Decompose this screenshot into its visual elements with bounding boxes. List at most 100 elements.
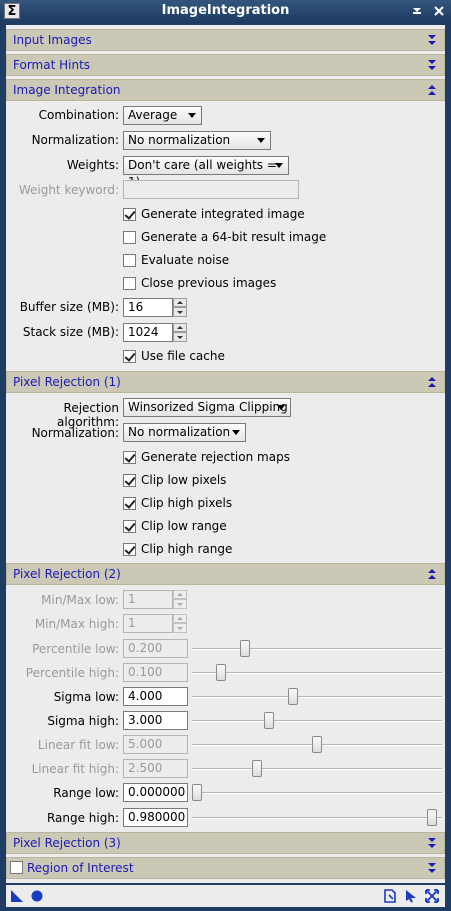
range-high-field[interactable]: 0.980000 bbox=[123, 808, 188, 827]
range-high-label: Range high: bbox=[46, 811, 119, 825]
section-label: Pixel Rejection (2) bbox=[13, 567, 121, 581]
minmax-low-stepper[interactable] bbox=[173, 590, 187, 609]
section-label: Pixel Rejection (3) bbox=[13, 836, 121, 850]
linear-fit-high-slider[interactable] bbox=[192, 759, 442, 778]
use-file-cache-label: Use file cache bbox=[141, 349, 225, 363]
close-previous-checkbox[interactable] bbox=[123, 277, 136, 290]
slider-thumb[interactable] bbox=[312, 736, 322, 753]
rejection-normalization-value: No normalization bbox=[128, 425, 231, 439]
reset-icon[interactable] bbox=[425, 889, 439, 903]
generate-maps-label: Generate rejection maps bbox=[141, 450, 290, 464]
minmax-high-field[interactable]: 1 bbox=[123, 614, 173, 633]
rejection-algorithm-select[interactable]: Winsorized Sigma Clipping bbox=[123, 398, 291, 417]
combination-value: Average bbox=[128, 108, 178, 122]
percentile-high-field[interactable]: 0.100 bbox=[123, 663, 188, 682]
minmax-high-label: Min/Max high: bbox=[34, 617, 119, 631]
rejection-algorithm-value: Winsorized Sigma Clipping bbox=[128, 400, 288, 414]
weight-keyword-field[interactable] bbox=[123, 180, 299, 199]
minmax-low-label: Min/Max low: bbox=[41, 593, 119, 607]
rejection-normalization-select[interactable]: No normalization bbox=[123, 423, 246, 442]
image-integration-window: Σ ImageIntegration Input Images Format H… bbox=[0, 0, 451, 911]
browse-documentation-icon[interactable] bbox=[383, 889, 397, 903]
buffer-size-field[interactable]: 16 bbox=[123, 298, 173, 317]
section-region-of-interest[interactable]: Region of Interest bbox=[6, 857, 445, 879]
clip-high-range-label: Clip high range bbox=[141, 542, 233, 556]
range-high-slider[interactable] bbox=[192, 808, 442, 827]
percentile-high-label: Percentile high: bbox=[25, 666, 119, 680]
percentile-low-slider[interactable] bbox=[192, 639, 442, 658]
section-pixel-rejection-2[interactable]: Pixel Rejection (2) bbox=[6, 563, 445, 585]
new-instance-icon[interactable] bbox=[10, 889, 24, 903]
sigma-high-slider[interactable] bbox=[192, 711, 442, 730]
generate-64bit-label: Generate a 64-bit result image bbox=[141, 230, 327, 244]
linear-fit-high-label: Linear fit high: bbox=[31, 762, 119, 776]
normalization-select[interactable]: No normalization bbox=[123, 131, 271, 150]
section-label: Input Images bbox=[13, 33, 92, 47]
stack-size-field[interactable]: 1024 bbox=[123, 323, 173, 342]
slider-thumb[interactable] bbox=[192, 784, 202, 801]
combination-select[interactable]: Average bbox=[123, 106, 202, 125]
generate-64bit-checkbox[interactable] bbox=[123, 231, 136, 244]
linear-fit-low-field[interactable]: 5.000 bbox=[123, 735, 188, 754]
range-low-field[interactable]: 0.000000 bbox=[123, 783, 188, 802]
evaluate-noise-checkbox[interactable] bbox=[123, 254, 136, 267]
section-format-hints[interactable]: Format Hints bbox=[6, 54, 445, 76]
linear-fit-high-field[interactable]: 2.500 bbox=[123, 759, 188, 778]
generate-integrated-checkbox[interactable] bbox=[123, 208, 136, 221]
collapse-icon[interactable] bbox=[425, 82, 439, 98]
panel-content: Input Images Format Hints Image Integrat… bbox=[6, 25, 445, 883]
percentile-low-field[interactable]: 0.200 bbox=[123, 639, 188, 658]
sigma-low-label: Sigma low: bbox=[53, 690, 119, 704]
generate-maps-checkbox[interactable] bbox=[123, 451, 136, 464]
slider-thumb[interactable] bbox=[252, 760, 262, 777]
use-file-cache-checkbox[interactable] bbox=[123, 350, 136, 363]
apply-global-icon[interactable] bbox=[30, 889, 44, 903]
track-view-icon[interactable] bbox=[404, 889, 418, 903]
collapse-icon[interactable] bbox=[425, 566, 439, 582]
expand-icon[interactable] bbox=[425, 57, 439, 73]
section-label: Pixel Rejection (1) bbox=[13, 375, 121, 389]
sigma-high-field[interactable]: 3.000 bbox=[123, 711, 188, 730]
stack-size-stepper[interactable] bbox=[173, 323, 187, 342]
region-of-interest-checkbox[interactable] bbox=[10, 861, 23, 874]
expand-icon[interactable] bbox=[425, 32, 439, 48]
chevron-down-icon bbox=[257, 138, 265, 143]
close-icon[interactable] bbox=[432, 3, 446, 19]
slider-thumb[interactable] bbox=[288, 688, 298, 705]
section-label: Image Integration bbox=[13, 83, 121, 97]
section-image-integration[interactable]: Image Integration bbox=[6, 79, 445, 101]
buffer-size-stepper[interactable] bbox=[173, 298, 187, 317]
minmax-high-stepper[interactable] bbox=[173, 614, 187, 633]
percentile-high-slider[interactable] bbox=[192, 663, 442, 682]
sigma-low-field[interactable]: 4.000 bbox=[123, 687, 188, 706]
close-previous-label: Close previous images bbox=[141, 276, 277, 290]
clip-high-range-checkbox[interactable] bbox=[123, 543, 136, 556]
clip-low-pixels-checkbox[interactable] bbox=[123, 474, 136, 487]
clip-high-pixels-label: Clip high pixels bbox=[141, 496, 233, 510]
weights-label: Weights: bbox=[66, 158, 119, 172]
clip-high-pixels-checkbox[interactable] bbox=[123, 497, 136, 510]
window-title: ImageIntegration bbox=[161, 3, 290, 18]
sigma-low-slider[interactable] bbox=[192, 687, 442, 706]
slider-thumb[interactable] bbox=[264, 712, 274, 729]
slider-thumb[interactable] bbox=[427, 809, 437, 826]
section-input-images[interactable]: Input Images bbox=[6, 29, 445, 51]
weights-select[interactable]: Don't care (all weights = 1) bbox=[123, 156, 289, 189]
section-pixel-rejection-1[interactable]: Pixel Rejection (1) bbox=[6, 371, 445, 393]
slider-thumb[interactable] bbox=[216, 664, 226, 681]
expand-icon[interactable] bbox=[425, 835, 439, 851]
collapse-icon[interactable] bbox=[425, 374, 439, 390]
range-low-slider[interactable] bbox=[192, 783, 442, 802]
buffer-size-label: Buffer size (MB): bbox=[19, 300, 119, 314]
section-pixel-rejection-3[interactable]: Pixel Rejection (3) bbox=[6, 832, 445, 854]
linear-fit-low-slider[interactable] bbox=[192, 735, 442, 754]
shade-icon[interactable] bbox=[410, 3, 424, 19]
expand-icon[interactable] bbox=[425, 860, 439, 876]
minmax-low-field[interactable]: 1 bbox=[123, 590, 173, 609]
clip-low-range-checkbox[interactable] bbox=[123, 520, 136, 533]
range-low-label: Range low: bbox=[53, 786, 119, 800]
percentile-low-label: Percentile low: bbox=[32, 642, 119, 656]
combination-label: Combination: bbox=[38, 108, 119, 122]
section-label: Format Hints bbox=[13, 58, 91, 72]
slider-thumb[interactable] bbox=[240, 640, 250, 657]
